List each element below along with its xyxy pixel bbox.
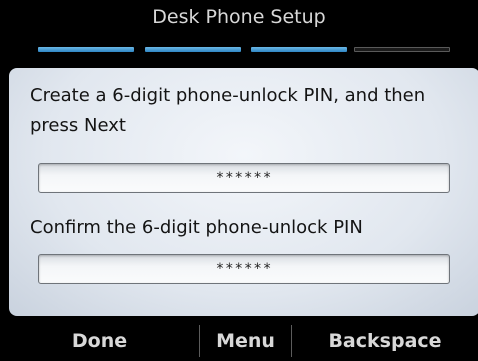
create-pin-field[interactable]: ****** — [38, 163, 450, 193]
softkey-bar: Done Menu Backspace — [0, 321, 478, 361]
progress-step-4 — [354, 47, 450, 52]
progress-step-3 — [251, 47, 347, 52]
confirm-pin-prompt: Confirm the 6-digit phone-unlock PIN — [30, 217, 363, 238]
screen-title: Desk Phone Setup — [152, 6, 326, 28]
done-softkey[interactable]: Done — [0, 321, 199, 361]
create-pin-prompt: Create a 6-digit phone-unlock PIN, and t… — [30, 85, 426, 136]
setup-progress — [38, 47, 450, 54]
progress-step-1 — [38, 47, 134, 52]
menu-softkey[interactable]: Menu — [200, 321, 291, 361]
confirm-pin-field[interactable]: ****** — [38, 254, 450, 284]
progress-step-2 — [145, 47, 241, 52]
backspace-softkey[interactable]: Backspace — [292, 321, 478, 361]
